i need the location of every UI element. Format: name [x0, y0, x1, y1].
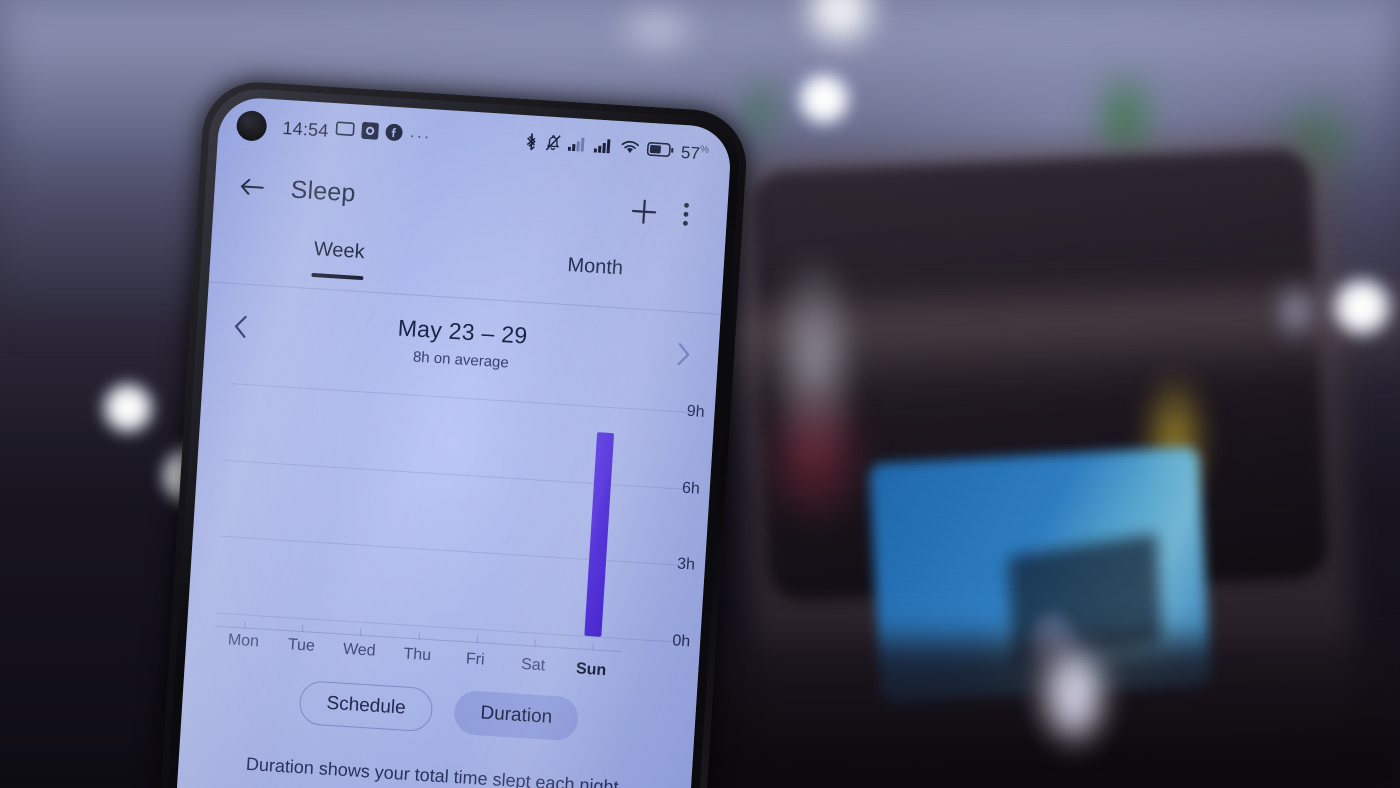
wifi-icon [619, 139, 640, 160]
phone-screen: 14:54 ··· 57% Sleep Week Month May 23 – … [173, 95, 733, 788]
bokeh-light [795, 70, 853, 128]
chip-schedule-label: Schedule [325, 692, 407, 719]
chart-plot-area [215, 383, 689, 643]
app-bar-spacer [356, 194, 624, 211]
bokeh-light [100, 380, 156, 436]
battery-icon [646, 141, 674, 163]
chart-x-label-tue[interactable]: Tue [287, 636, 315, 656]
chart-x-label-sat[interactable]: Sat [521, 655, 546, 674]
tab-active-indicator [311, 272, 364, 281]
overflow-menu-button[interactable] [664, 192, 709, 237]
status-overflow-dots: ··· [408, 125, 432, 147]
chart-x-label-mon[interactable]: Mon [227, 631, 259, 651]
chip-duration-label: Duration [479, 702, 553, 728]
background-red-object [760, 380, 870, 530]
next-week-button[interactable] [665, 340, 701, 375]
chip-duration[interactable]: Duration [453, 689, 580, 742]
chart-x-label-sun[interactable]: Sun [575, 660, 607, 680]
bokeh-light [1330, 275, 1394, 339]
bluetooth-icon [525, 132, 539, 156]
previous-week-button[interactable] [223, 312, 259, 347]
ringer-muted-icon [545, 133, 562, 157]
chart-y-tick-label: 3h [676, 555, 696, 574]
back-button[interactable] [230, 165, 275, 210]
tab-week-label: Week [313, 238, 366, 264]
chart-y-tick-label: 6h [681, 479, 701, 498]
page-title: Sleep [289, 174, 357, 208]
chart-x-label-thu[interactable]: Thu [403, 646, 432, 666]
chart-y-tick-label: 9h [686, 402, 706, 421]
cast-icon [335, 121, 355, 142]
signal-sim2-icon [593, 137, 614, 158]
facebook-icon [385, 123, 403, 146]
add-button[interactable] [622, 189, 667, 234]
chip-schedule[interactable]: Schedule [298, 680, 434, 733]
battery-percent: 57% [680, 142, 710, 164]
status-bar-right: 57% [525, 132, 710, 166]
tab-month[interactable]: Month [465, 238, 725, 316]
bokeh-light [1283, 285, 1309, 337]
front-camera-punch-hole [235, 109, 268, 142]
view-mode-chips: Schedule Duration [181, 673, 697, 761]
tab-week[interactable]: Week [209, 222, 469, 300]
status-time: 14:54 [282, 117, 330, 141]
signal-sim1-icon [567, 136, 588, 157]
tab-month-label: Month [566, 254, 624, 280]
chart-y-tick-label: 0h [671, 632, 691, 651]
chart-x-label-wed[interactable]: Wed [342, 641, 376, 661]
chart-gridline [220, 536, 679, 566]
phone-device: 14:54 ··· 57% Sleep Week Month May 23 – … [157, 78, 750, 788]
camera-app-icon [361, 121, 379, 145]
chart-x-label-fri[interactable]: Fri [465, 651, 485, 670]
sleep-duration-chart: Mon Tue Wed Thu Fri Sat Sun 0h 3h 6h 9h [185, 363, 715, 685]
chart-gridline [225, 459, 684, 490]
bokeh-light [1040, 640, 1110, 750]
chart-bar[interactable] [584, 431, 615, 637]
status-bar-left: 14:54 ··· [235, 109, 432, 152]
bokeh-light [612, 0, 702, 60]
